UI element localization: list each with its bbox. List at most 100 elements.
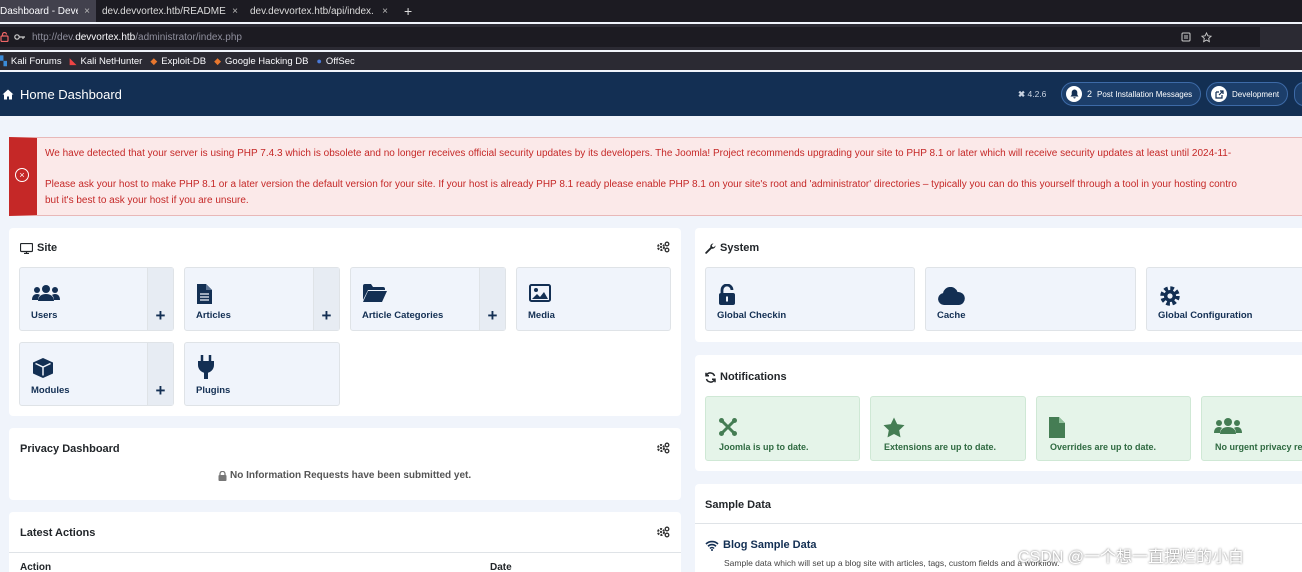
- privacy-empty-message: No Information Requests have been submit…: [218, 470, 471, 481]
- page-title-text: Home Dashboard: [20, 86, 122, 102]
- external-link-icon: [1211, 86, 1227, 102]
- tile-label: Article Categories: [362, 310, 444, 321]
- user-menu-button[interactable]: [1294, 82, 1302, 106]
- url-text: http://dev.devvortex.htb/administrator/i…: [32, 32, 242, 43]
- ghdb-icon: ◆: [214, 55, 222, 66]
- alert-line-1: We have detected that your server is usi…: [45, 148, 1232, 159]
- tab-api[interactable]: dev.devvortex.htb/api/index. ×: [244, 0, 394, 22]
- system-panel: System Global Checkin Cache Global Confi…: [695, 228, 1302, 342]
- nethunter-icon: ◣: [69, 55, 77, 66]
- close-icon[interactable]: ×: [232, 6, 238, 17]
- bookmark-offsec[interactable]: ● OffSec: [316, 56, 354, 67]
- system-panel-title: System: [705, 242, 759, 254]
- url-path: /administrator/index.php: [135, 31, 242, 43]
- development-button[interactable]: Development: [1206, 82, 1288, 106]
- close-icon[interactable]: ×: [382, 6, 388, 17]
- notifications-panel: Notifications Joomla is up to date. Exte…: [695, 355, 1302, 471]
- add-category-button[interactable]: +: [479, 268, 505, 330]
- bookmark-label: Kali Forums: [10, 55, 62, 67]
- error-circle-icon: ×: [15, 168, 29, 182]
- lock-icon: [718, 284, 736, 305]
- tab-readme[interactable]: dev.devvortex.htb/README. ×: [96, 0, 244, 22]
- notification-privacy-requests[interactable]: No urgent privacy rec: [1201, 396, 1302, 461]
- insecure-lock-icon[interactable]: [0, 32, 12, 42]
- alert-line-2: Please ask your host to make PHP 8.1 or …: [45, 179, 1237, 190]
- tile-article-categories[interactable]: Article Categories +: [350, 267, 506, 331]
- site-panel-title: Site: [20, 242, 57, 254]
- browser-tab-bar: Dashboard - Deve × dev.devvortex.htb/REA…: [0, 0, 1302, 22]
- tile-global-configuration[interactable]: Global Configuration: [1146, 267, 1302, 331]
- php-version-alert: × We have detected that your server is u…: [9, 137, 1302, 216]
- bookmark-label: OffSec: [325, 55, 355, 67]
- blog-title-text: Blog Sample Data: [723, 539, 817, 551]
- privacy-panel-title: Privacy Dashboard: [20, 443, 120, 455]
- notifications-title-text: Notifications: [720, 371, 787, 383]
- wifi-icon: [705, 540, 719, 551]
- latest-actions-title: Latest Actions: [20, 527, 96, 539]
- exploit-db-icon: ◆: [150, 55, 158, 66]
- admin-header: Home Dashboard ✖ 4.2.6 2 Post Installati…: [0, 72, 1302, 116]
- add-user-button[interactable]: +: [147, 268, 173, 330]
- post-install-label: Post Installation Messages: [1097, 89, 1193, 99]
- tile-articles[interactable]: Articles +: [184, 267, 340, 331]
- url-actions: [1181, 32, 1212, 43]
- tile-users[interactable]: Users +: [19, 267, 174, 331]
- address-bar[interactable]: http://dev.devvortex.htb/administrator/i…: [0, 27, 1260, 47]
- tile-cache[interactable]: Cache: [925, 267, 1136, 331]
- tab-dashboard[interactable]: Dashboard - Deve ×: [0, 0, 96, 22]
- sample-data-title: Sample Data: [705, 499, 772, 511]
- column-header-action[interactable]: Action: [20, 562, 51, 572]
- tile-global-checkin[interactable]: Global Checkin: [705, 267, 915, 331]
- tile-label: Extensions are up to date.: [884, 442, 997, 452]
- tab-label: dev.devvortex.htb/api/index.: [250, 5, 374, 17]
- notification-extensions-up-to-date[interactable]: Extensions are up to date.: [870, 396, 1026, 461]
- reader-view-icon[interactable]: [1181, 32, 1191, 43]
- version-badge: ✖ 4.2.6: [1018, 89, 1046, 100]
- panel-options-icon[interactable]: [656, 442, 670, 454]
- add-module-button[interactable]: +: [147, 343, 173, 405]
- column-header-date[interactable]: Date: [490, 562, 512, 572]
- offsec-icon: ●: [316, 56, 322, 66]
- tile-modules[interactable]: Modules +: [19, 342, 174, 406]
- folder-icon: [363, 284, 387, 302]
- blog-description: Sample data which will set up a blog sit…: [724, 558, 1060, 568]
- users-icon: [1214, 417, 1242, 435]
- notification-overrides-up-to-date[interactable]: Overrides are up to date.: [1036, 396, 1191, 461]
- lock-icon: [218, 470, 227, 481]
- new-tab-button[interactable]: +: [394, 0, 422, 22]
- file-icon: [1049, 417, 1065, 438]
- bookmark-label: Google Hacking DB: [225, 55, 309, 67]
- panel-options-icon[interactable]: [656, 526, 670, 538]
- key-icon[interactable]: [14, 33, 26, 41]
- close-icon[interactable]: ×: [84, 6, 90, 17]
- blog-sample-data-title[interactable]: Blog Sample Data: [705, 539, 817, 551]
- gear-icon: [1159, 285, 1181, 307]
- notification-joomla-up-to-date[interactable]: Joomla is up to date.: [705, 396, 860, 461]
- bookmark-star-icon[interactable]: [1201, 32, 1212, 43]
- post-installation-messages-button[interactable]: 2 Post Installation Messages: [1061, 82, 1201, 106]
- tile-label: Overrides are up to date.: [1050, 442, 1157, 452]
- home-icon: [2, 89, 14, 100]
- article-icon: [197, 284, 212, 304]
- tile-media[interactable]: Media: [516, 267, 671, 331]
- bookmark-kali-nethunter[interactable]: ◣ Kali NetHunter: [70, 56, 143, 67]
- tab-label: Dashboard - Deve: [0, 5, 79, 17]
- tile-label: Modules: [31, 385, 70, 396]
- bookmark-google-hacking-db[interactable]: ◆ Google Hacking DB: [214, 56, 308, 67]
- bookmark-kali-forums[interactable]: ▚ Kali Forums: [0, 56, 62, 67]
- add-article-button[interactable]: +: [313, 268, 339, 330]
- notifications-panel-title: Notifications: [705, 371, 787, 383]
- panel-options-icon[interactable]: [656, 241, 670, 253]
- image-icon: [529, 284, 551, 302]
- privacy-message-text: No Information Requests have been submit…: [230, 470, 472, 481]
- sync-icon: [705, 371, 716, 383]
- site-panel: Site Users + Articles + Article Categori…: [9, 228, 681, 416]
- divider: [695, 523, 1302, 524]
- tile-label: No urgent privacy rec: [1215, 442, 1302, 452]
- tile-plugins[interactable]: Plugins: [184, 342, 340, 406]
- tile-label: Global Configuration: [1158, 310, 1253, 321]
- tile-label: Plugins: [196, 385, 231, 396]
- joomla-logo-icon: ✖: [1018, 89, 1026, 99]
- bookmark-exploit-db[interactable]: ◆ Exploit-DB: [150, 56, 206, 67]
- plug-icon: [197, 355, 215, 379]
